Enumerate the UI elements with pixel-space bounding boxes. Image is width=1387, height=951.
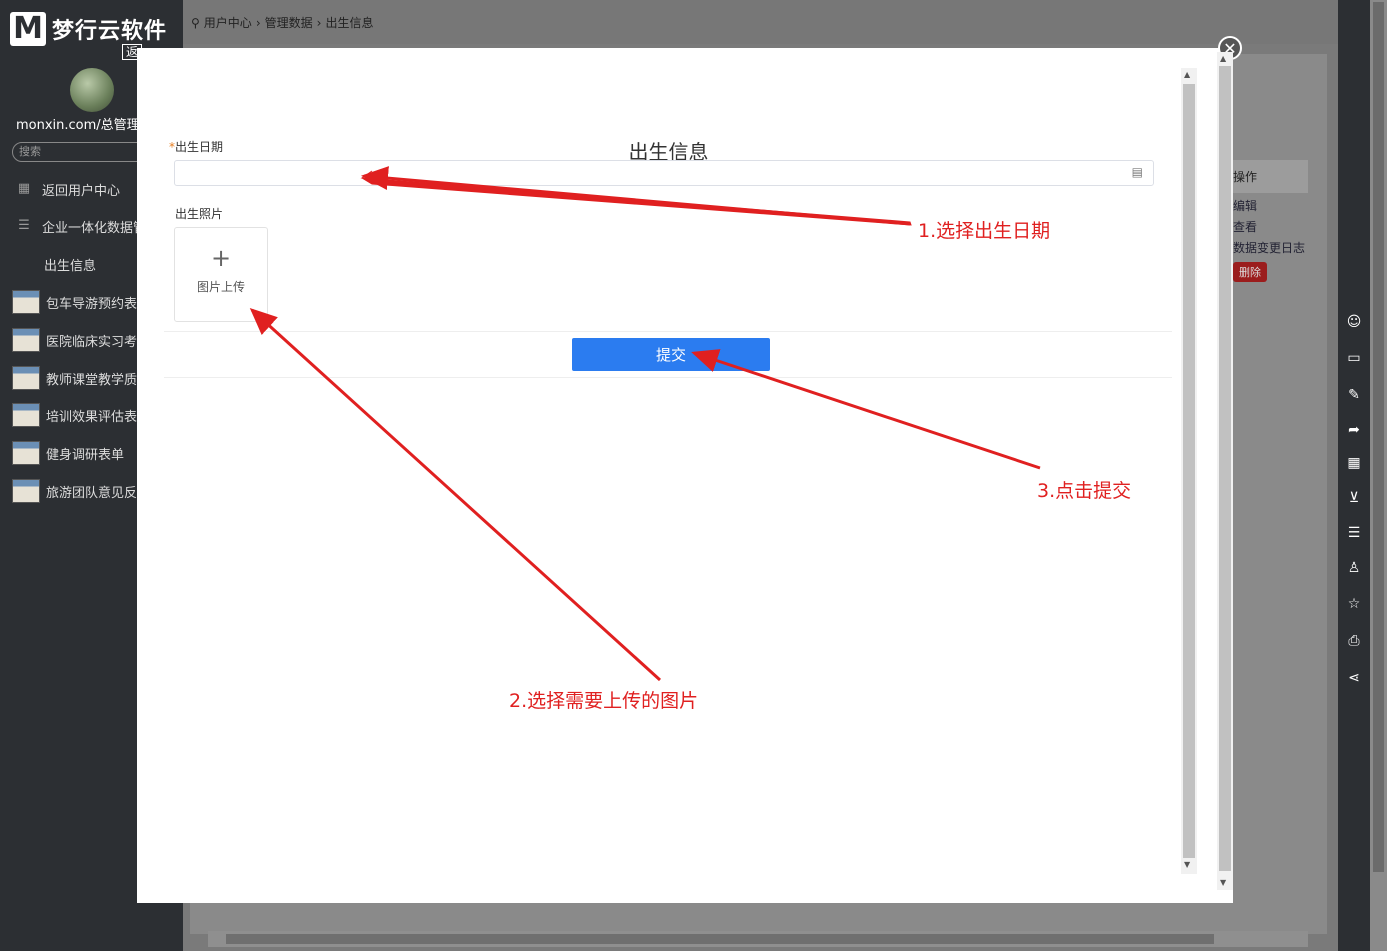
annotation-step2: 2.选择需要上传的图片 <box>509 690 699 712</box>
arrow-step2-shaft <box>249 307 662 682</box>
arrow-step1-shaft <box>361 166 911 226</box>
arrow-step3-shaft <box>691 349 1041 470</box>
annotation-arrows <box>249 166 1041 682</box>
annotation-step3: 3.点击提交 <box>1037 480 1132 502</box>
annotation-step1: 1.选择出生日期 <box>918 220 1051 242</box>
